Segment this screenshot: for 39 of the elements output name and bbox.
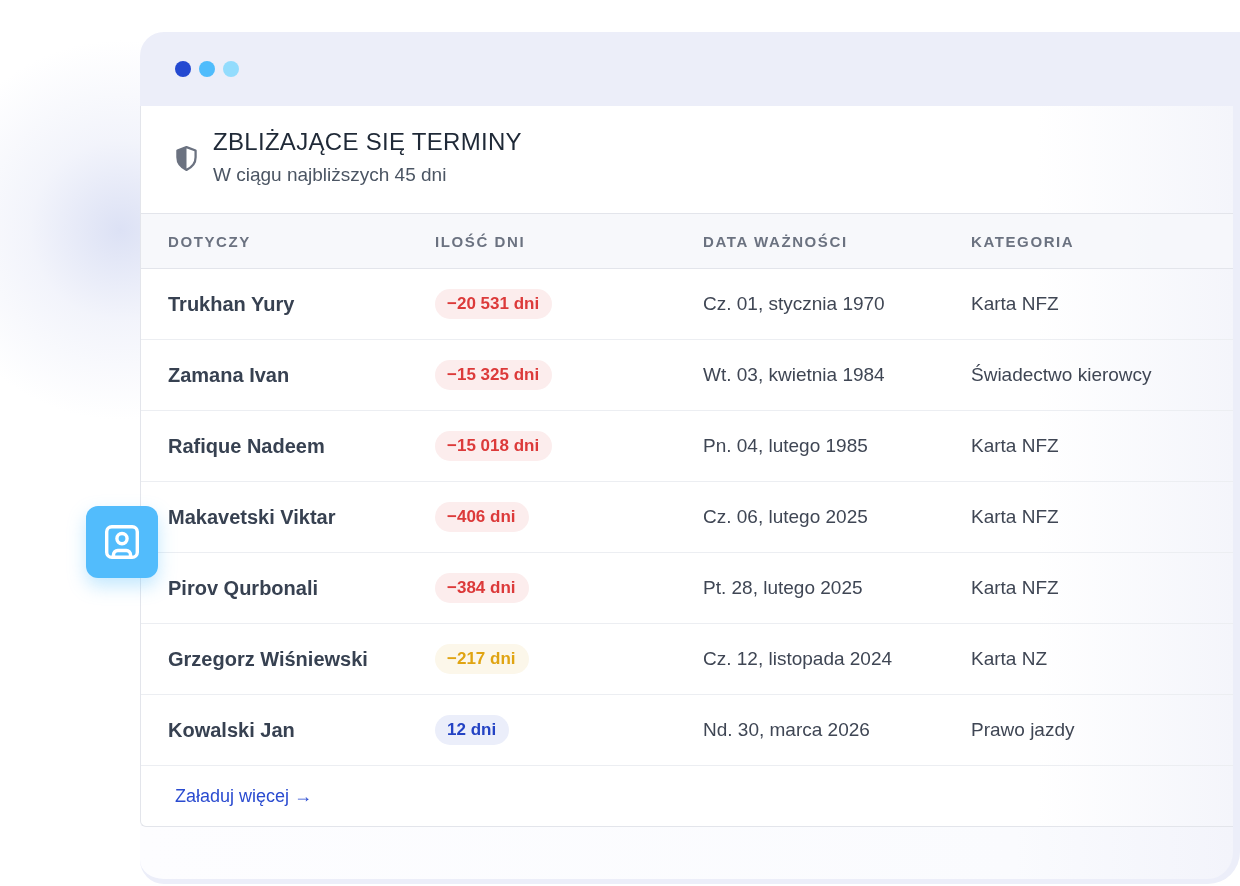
expiry-date: Cz. 01, stycznia 1970	[703, 293, 885, 315]
column-header: DOTYCZY	[168, 232, 251, 250]
expiry-date: Pt. 28, lutego 2025	[703, 577, 863, 599]
category-text: Karta NFZ	[971, 435, 1059, 457]
shield-icon	[176, 146, 197, 171]
panel-title: ZBLIŻAJĄCE SIĘ TERMINY	[213, 127, 522, 157]
category-text: Karta NFZ	[971, 577, 1059, 599]
category-text: Karta NFZ	[971, 506, 1059, 528]
category-text: Karta NFZ	[971, 293, 1059, 315]
column-header: ILOŚĆ DNI	[435, 232, 526, 250]
expiry-date: Wt. 03, kwietnia 1984	[703, 364, 885, 386]
expiry-date: Cz. 06, lutego 2025	[703, 506, 868, 528]
expiry-date: Pn. 04, lutego 1985	[703, 435, 868, 457]
column-header: DATA WAŻNOŚCI	[703, 232, 848, 250]
contact-icon	[105, 525, 139, 559]
category-text: Świadectwo kierowcy	[971, 364, 1152, 386]
days-badge: −15 325 dni	[435, 360, 553, 390]
days-badge: −384 dni	[435, 573, 529, 603]
person-name: Kowalski Jan	[168, 718, 295, 742]
person-name: Zamana Ivan	[168, 363, 290, 387]
column-header: KATEGORIA	[971, 232, 1075, 250]
person-name: Rafique Nadeem	[168, 434, 325, 458]
category-text: Karta NZ	[971, 648, 1048, 670]
person-name: Trukhan Yury	[168, 292, 295, 316]
days-badge: 12 dni	[435, 715, 510, 745]
days-badge: −406 dni	[435, 502, 529, 532]
days-badge: −20 531 dni	[435, 289, 553, 319]
category-text: Prawo jazdy	[971, 719, 1075, 741]
days-badge: −15 018 dni	[435, 431, 553, 461]
person-name: Pirov Qurbonali	[168, 576, 319, 600]
load-more-link[interactable]: Załaduj więcej →	[175, 785, 313, 807]
panel-subtitle: W ciągu najbliższych 45 dni	[213, 163, 448, 187]
person-name: Grzegorz Wiśniewski	[168, 647, 368, 671]
expiry-date: Nd. 30, marca 2026	[703, 719, 870, 741]
window-control-icon[interactable]	[175, 61, 191, 77]
days-badge: −217 dni	[435, 644, 529, 674]
contact-button[interactable]	[86, 506, 158, 578]
person-name: Makavetski Viktar	[168, 505, 336, 529]
expiry-date: Cz. 12, listopada 2024	[703, 648, 893, 670]
